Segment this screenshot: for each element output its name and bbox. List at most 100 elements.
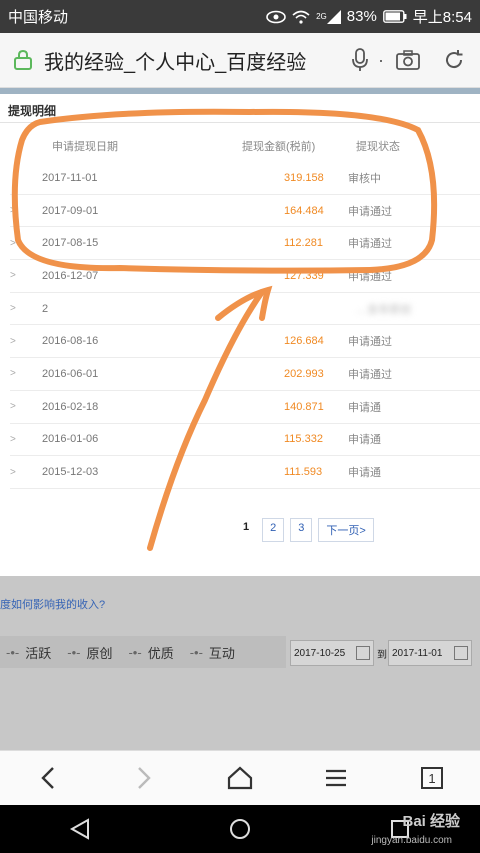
chevron-right-icon: >	[10, 466, 16, 478]
row-amount: 164.484	[284, 204, 324, 217]
row-status: 审核中	[348, 172, 381, 185]
row-date: 2015-12-03	[42, 466, 99, 479]
watermark-url: jingyan.baidu.com	[371, 835, 452, 846]
forward-icon[interactable]	[120, 754, 168, 802]
header-amount: 提现金额(税前)	[242, 141, 316, 153]
date-from-field[interactable]: 2017-10-25	[290, 640, 374, 666]
page-2-button[interactable]: 2	[262, 518, 285, 542]
table-row[interactable]: > 2016-08-16 126.684 申请通过	[10, 325, 480, 359]
dash-icon: -•-	[128, 644, 142, 660]
table-row[interactable]: > 2 …含非原创	[10, 293, 480, 326]
calendar-icon[interactable]	[454, 646, 468, 660]
row-date: 2016-02-18	[42, 400, 99, 413]
income-section: 度如何影响我的收入? -•- 活跃 -•- 原创 -•- 优质 -•- 互动 2017-…	[0, 576, 480, 750]
signal-icon: 2G	[316, 9, 341, 24]
chevron-right-icon: >	[10, 237, 16, 249]
date-to-field[interactable]: 2017-11-01	[388, 640, 472, 666]
dash-icon: -•-	[6, 644, 20, 660]
dash-icon: -•-	[67, 644, 81, 660]
back-icon[interactable]	[24, 754, 72, 802]
row-date: 2016-01-06	[42, 433, 99, 446]
chevron-right-icon: >	[10, 368, 16, 380]
filter-active[interactable]: -•- 活跃	[6, 643, 51, 662]
page-current: 1	[243, 521, 250, 533]
row-amount: 112.281	[284, 237, 323, 250]
row-date: 2016-08-16	[42, 335, 99, 348]
withdrawal-content: 提现明细 申请提现日期 提现金额(税前) 提现状态 2017-11-01 319…	[0, 94, 480, 576]
table-row[interactable]: > 2016-01-06 115.332 申请通	[10, 424, 480, 457]
nav-back-icon[interactable]	[56, 805, 104, 853]
table-header: 申请提现日期 提现金额(税前) 提现状态	[10, 130, 480, 162]
table-row[interactable]: 2017-11-01 319.158 审核中	[10, 162, 480, 195]
separator-dot: ·	[378, 49, 384, 70]
next-page-button[interactable]: 下一页>	[318, 518, 374, 542]
clock: 早上8:54	[412, 9, 472, 26]
chevron-right-icon: >	[10, 401, 16, 413]
withdrawal-table: 2017-11-01 319.158 审核中 > 2017-09-01 164.…	[10, 162, 480, 489]
wifi-icon	[292, 10, 310, 24]
table-row[interactable]: > 2015-12-03 111.593 申请通	[10, 456, 480, 489]
filter-label: 活跃	[25, 645, 52, 661]
row-amount: 319.158	[284, 171, 324, 184]
date-range-separator: 到	[377, 650, 387, 661]
browser-toolbar: 1	[0, 750, 480, 805]
table-row[interactable]: > 2017-08-15 112.281 申请通过	[10, 227, 480, 261]
browser-address-bar: 我的经验_个人中心_百度经验 ·	[0, 33, 480, 88]
table-row[interactable]: > 2016-02-18 140.871 申请通	[10, 391, 480, 424]
lock-icon	[12, 49, 34, 71]
row-status: 申请通过	[348, 238, 392, 251]
row-date: 2016-06-01	[42, 367, 99, 380]
row-status: …含非原创	[356, 303, 411, 316]
date-from-value: 2017-10-25	[294, 647, 346, 659]
row-date: 2017-08-15	[42, 237, 99, 250]
header-date: 申请提现日期	[52, 141, 118, 153]
nav-home-icon[interactable]	[216, 805, 264, 853]
battery-icon	[382, 10, 407, 23]
row-amount: 140.871	[284, 400, 324, 413]
camera-icon[interactable]	[394, 46, 422, 74]
menu-icon[interactable]	[312, 754, 360, 802]
refresh-icon[interactable]	[440, 46, 468, 74]
table-row[interactable]: > 2017-09-01 164.484 申请通过	[10, 195, 480, 228]
page-title[interactable]: 我的经验_个人中心_百度经验	[44, 46, 336, 75]
tabs-icon[interactable]: 1	[408, 754, 456, 802]
row-status: 申请通过	[348, 336, 392, 349]
filter-original[interactable]: -•- 原创	[67, 643, 112, 662]
row-date: 2017-11-01	[42, 171, 98, 184]
page-3-button[interactable]: 3	[290, 518, 313, 542]
date-to-value: 2017-11-01	[392, 647, 443, 659]
network-type: 2G	[316, 12, 327, 21]
row-amount: 127.339	[284, 269, 324, 282]
filter-quality[interactable]: -•- 优质	[128, 643, 173, 662]
status-bar: 中国移动 2G 83% 早上8:54	[0, 0, 480, 33]
row-amount: 126.684	[284, 335, 324, 348]
row-status: 申请通过	[348, 368, 392, 381]
table-row[interactable]: > 2016-06-01 202.993 申请通过	[10, 358, 480, 391]
section-title: 提现明细	[8, 104, 57, 118]
filter-interaction[interactable]: -•- 互动	[190, 643, 235, 662]
row-date: 2017-09-01	[42, 204, 99, 217]
row-date: 2	[42, 302, 49, 315]
table-row[interactable]: > 2016-12-07 127.339 申请通过	[10, 260, 480, 293]
home-icon[interactable]	[216, 754, 264, 802]
chevron-right-icon: >	[10, 303, 16, 315]
chevron-right-icon: >	[10, 335, 16, 347]
row-status: 申请通	[348, 467, 381, 480]
microphone-icon[interactable]	[346, 46, 374, 74]
row-amount: 202.993	[284, 367, 324, 380]
section-divider	[0, 122, 480, 123]
metric-filters: -•- 活跃 -•- 原创 -•- 优质 -•- 互动	[0, 636, 286, 668]
watermark-logo: Bai 经验	[402, 813, 460, 830]
header-status: 提现状态	[356, 141, 400, 153]
row-amount: 115.332	[284, 433, 323, 446]
filter-label: 原创	[86, 645, 113, 661]
battery-percent: 83%	[346, 8, 377, 25]
faq-link[interactable]: 度如何影响我的收入?	[0, 596, 105, 612]
row-status: 申请通过	[348, 205, 392, 218]
chevron-right-icon: >	[10, 433, 16, 445]
dash-icon: -•-	[189, 644, 203, 660]
calendar-icon[interactable]	[356, 646, 370, 660]
carrier-name: 中国移动	[8, 9, 69, 26]
row-date: 2016-12-07	[42, 269, 99, 282]
svg-text:1: 1	[428, 771, 435, 786]
